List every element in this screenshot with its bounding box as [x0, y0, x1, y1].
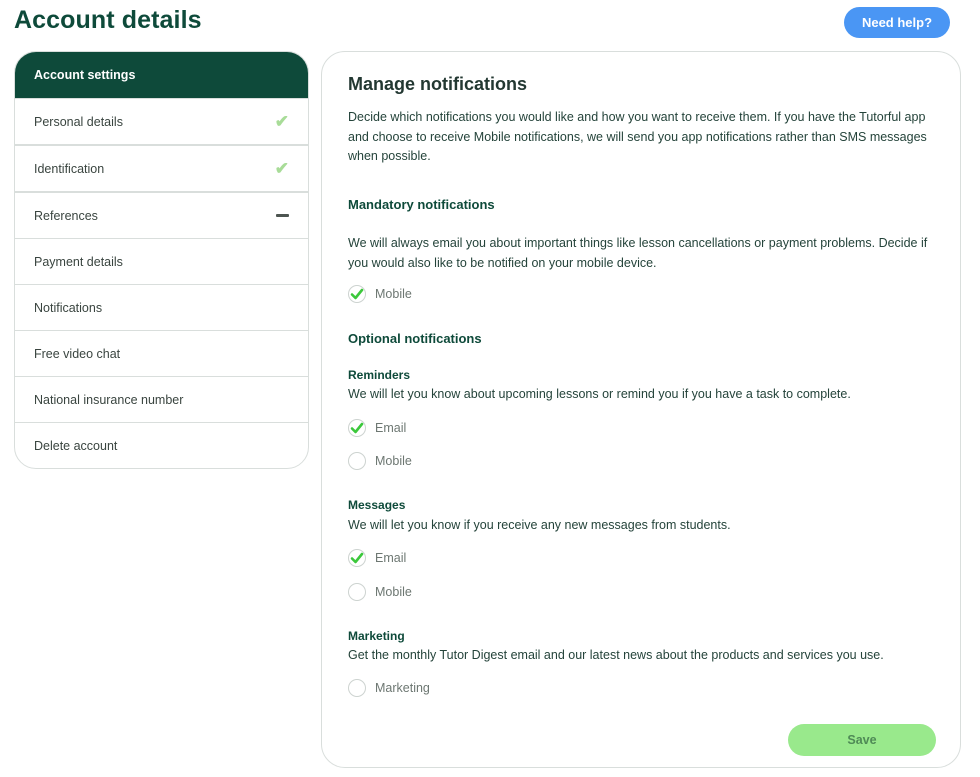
- sidebar-item-label: References: [34, 208, 98, 223]
- intro-text: Decide which notifications you would lik…: [348, 110, 927, 163]
- dash-icon: [276, 214, 289, 217]
- account-settings-sidebar: Account settings Personal details ✔ Iden…: [14, 51, 309, 469]
- sidebar-item-label: Delete account: [34, 438, 118, 453]
- sidebar-item-free-video-chat[interactable]: Free video chat: [15, 330, 308, 376]
- messages-email-checkbox[interactable]: Email: [348, 549, 406, 567]
- empty-checkbox: [348, 452, 366, 470]
- checkmark-icon: [348, 285, 366, 303]
- sidebar-item-delete-account[interactable]: Delete account: [15, 422, 308, 468]
- option-label: Marketing: [375, 681, 430, 695]
- reminders-title: Reminders: [348, 368, 411, 382]
- sidebar-item-label: Free video chat: [34, 346, 121, 361]
- mandatory-mobile-checkbox[interactable]: Mobile: [348, 285, 412, 303]
- panel-title: Manage notifications: [348, 74, 528, 94]
- sidebar-header: Account settings: [15, 52, 308, 98]
- sidebar-item-label: Notifications: [34, 300, 103, 315]
- sidebar-item-label: National insurance number: [34, 392, 184, 407]
- sidebar-item-label: Payment details: [34, 254, 123, 269]
- marketing-description: Get the monthly Tutor Digest email and o…: [348, 648, 884, 662]
- sidebar-item-payment-details[interactable]: Payment details: [15, 238, 308, 284]
- reminders-description: We will let you know about upcoming less…: [348, 387, 851, 401]
- checkmark-icon: ✔: [274, 112, 289, 131]
- page-title: Account details: [14, 6, 202, 34]
- mandatory-description: We will always email you about important…: [348, 236, 928, 270]
- option-label: Mobile: [375, 585, 412, 599]
- optional-notifications-title: Optional notifications: [348, 331, 482, 346]
- option-label: Email: [375, 421, 407, 435]
- need-help-button[interactable]: Need help?: [844, 7, 950, 38]
- save-button[interactable]: Save: [788, 724, 936, 756]
- option-label: Mobile: [375, 454, 412, 468]
- marketing-title: Marketing: [348, 629, 405, 643]
- reminders-email-checkbox[interactable]: Email: [348, 419, 406, 437]
- sidebar-item-label: Identification: [34, 161, 105, 176]
- reminders-mobile-checkbox[interactable]: Mobile: [348, 452, 412, 470]
- messages-description: We will let you know if you receive any …: [348, 518, 731, 532]
- marketing-checkbox[interactable]: Marketing: [348, 679, 430, 697]
- notifications-panel: Manage notifications Decide which notifi…: [321, 51, 961, 768]
- option-label: Mobile: [375, 287, 412, 301]
- sidebar-item-label: Personal details: [34, 114, 123, 129]
- checkmark-icon: ✔: [274, 159, 289, 178]
- sidebar-item-national-insurance-number[interactable]: National insurance number: [15, 376, 308, 422]
- checkmark-icon: [348, 549, 366, 567]
- messages-mobile-checkbox[interactable]: Mobile: [348, 583, 412, 601]
- sidebar-item-identification[interactable]: Identification ✔: [15, 144, 308, 191]
- empty-checkbox: [348, 679, 366, 697]
- empty-checkbox: [348, 583, 366, 601]
- mandatory-notifications-title: Mandatory notifications: [348, 197, 495, 212]
- sidebar-item-notifications[interactable]: Notifications: [15, 284, 308, 330]
- checkmark-icon: [348, 419, 366, 437]
- messages-title: Messages: [348, 498, 406, 512]
- sidebar-item-references[interactable]: References: [15, 191, 308, 238]
- option-label: Email: [375, 551, 407, 565]
- sidebar-item-personal-details[interactable]: Personal details ✔: [15, 98, 308, 144]
